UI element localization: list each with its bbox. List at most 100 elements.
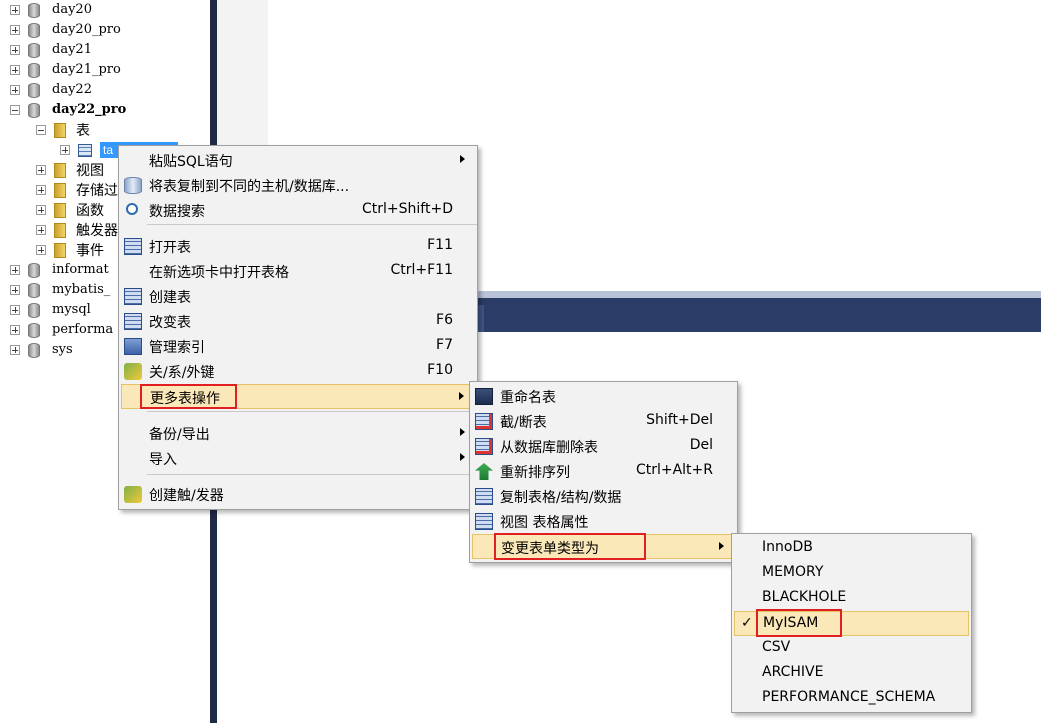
engine-option[interactable]: PERFORMANCE_SCHEMA [734,686,969,711]
context-menu-item[interactable]: 数据搜索 Ctrl+Shift+D [121,198,475,223]
submenu-arrow-icon [459,392,464,400]
tree-node[interactable]: day20_pro [10,20,121,40]
expand-icon[interactable] [10,265,20,275]
engine-option[interactable]: BLACKHOLE [734,586,969,611]
expand-icon[interactable] [36,205,46,215]
database-icon [28,22,40,38]
check-icon: ✓ [741,615,753,631]
collapse-icon[interactable] [36,125,46,135]
tree-node-label: 函数 [76,202,104,218]
engine-option[interactable]: MEMORY [734,561,969,586]
more-table-menu-item[interactable]: 复制表格/结构/数据 [472,484,735,509]
folder-icon [54,122,66,138]
more-table-menu-item[interactable]: 重新排序列 Ctrl+Alt+R [472,459,735,484]
menu-item-shortcut: F11 [427,237,453,253]
engine-option[interactable]: InnoDB [734,536,969,561]
truncate-table-icon [475,413,493,430]
context-menu-item[interactable]: 粘贴SQL语句 [121,148,475,173]
more-table-menu-item[interactable]: 变更表单类型为 [472,533,735,560]
more-table-menu-item[interactable]: 截/断表 Shift+Del [472,409,735,434]
tree-node[interactable]: performa [10,320,113,340]
tree-node[interactable]: mysql [10,300,91,320]
context-menu-item[interactable]: 导入 [121,446,475,471]
expand-icon[interactable] [10,345,20,355]
database-icon [28,42,40,58]
tree-node[interactable]: day22_pro [10,100,126,120]
tree-node[interactable]: day20 [10,0,92,20]
menu-item-label: 在新选项卡中打开表格 [149,265,289,281]
tree-node[interactable]: day21_pro [10,60,121,80]
menu-item-label: 从数据库删除表 [500,440,598,456]
search-icon [126,203,138,215]
tree-node[interactable]: 表 [36,120,90,140]
database-icon [28,302,40,318]
tree-node[interactable]: 函数 [36,200,104,220]
tree-node-label: 触发器 [76,222,118,238]
results-tab-bar [470,298,1041,332]
collapse-icon[interactable] [10,105,20,115]
context-menu-item[interactable]: 改变表 F6 [121,309,475,334]
tree-node[interactable]: 存储过 [36,180,118,200]
submenu-arrow-icon [460,428,465,436]
context-menu-item[interactable]: 在新选项卡中打开表格 Ctrl+F11 [121,259,475,284]
menu-separator [147,411,477,412]
tree-node[interactable]: informat [10,260,109,280]
menu-item-shortcut: Ctrl+F11 [390,262,453,278]
expand-icon[interactable] [10,305,20,315]
context-menu-item[interactable]: 管理索引 F7 [121,334,475,359]
tree-node-label: 存储过 [76,182,118,198]
tree-node[interactable]: 视图 [36,160,104,180]
context-menu-item[interactable]: 备份/导出 [121,421,475,446]
context-menu-item[interactable]: 将表复制到不同的主机/数据库... [121,173,475,198]
menu-item-label: ARCHIVE [762,664,824,680]
expand-icon[interactable] [36,225,46,235]
engine-option[interactable]: ARCHIVE [734,661,969,686]
tree-node-label: mybatis_ [52,282,111,297]
tree-node[interactable]: 触发器 [36,220,118,240]
expand-icon[interactable] [36,245,46,255]
tree-node-label: day20_pro [52,22,121,37]
tree-node[interactable]: day22 [10,80,92,100]
more-table-menu-item[interactable]: 重命名表 [472,384,735,409]
menu-item-label: 视图 表格属性 [500,515,589,531]
expand-icon[interactable] [10,45,20,55]
tree-node[interactable]: 事件 [36,240,104,260]
folder-icon [54,162,66,178]
tree-node[interactable]: mybatis_ [10,280,110,300]
copy-to-host-icon [124,177,142,194]
expand-icon[interactable] [36,185,46,195]
more-table-menu-item[interactable]: 视图 表格属性 [472,509,735,534]
expand-icon[interactable] [10,285,20,295]
menu-item-label: BLACKHOLE [762,589,847,605]
expand-icon[interactable] [10,25,20,35]
database-icon [28,322,40,338]
context-menu-item[interactable]: 关/系/外键 F10 [121,359,475,384]
context-menu-item[interactable]: 更多表操作 [121,384,475,409]
engine-option[interactable]: CSV [734,636,969,661]
context-menu-item[interactable]: 创建触/发器 [121,482,475,507]
menu-item-label: MyISAM [763,615,819,631]
tree-node[interactable]: day21 [10,40,92,60]
menu-item-label: 改变表 [149,315,191,331]
tree-node[interactable]: sys [10,340,73,360]
menu-item-label: 管理索引 [149,340,205,356]
more-table-menu-item[interactable]: 从数据库删除表 Del [472,434,735,459]
menu-item-shortcut: Ctrl+Alt+R [635,462,713,478]
expand-icon[interactable] [10,325,20,335]
tree-node-label: performa [52,322,114,337]
expand-icon[interactable] [10,5,20,15]
expand-icon[interactable] [10,85,20,95]
menu-item-label: 截/断表 [500,415,547,431]
expand-icon[interactable] [36,165,46,175]
duplicate-table-icon [475,488,493,505]
context-menu-item[interactable]: 创建表 [121,284,475,309]
expand-icon[interactable] [10,65,20,75]
expand-icon[interactable] [60,145,70,155]
reorder-columns-icon [475,463,493,480]
engine-option[interactable]: ✓ MyISAM [734,609,969,637]
manage-index-icon [124,338,142,355]
menu-item-label: 打开表 [149,240,191,256]
tree-node-label: informat [52,262,109,277]
create-trigger-icon [124,486,142,503]
context-menu-item[interactable]: 打开表 F11 [121,234,475,259]
